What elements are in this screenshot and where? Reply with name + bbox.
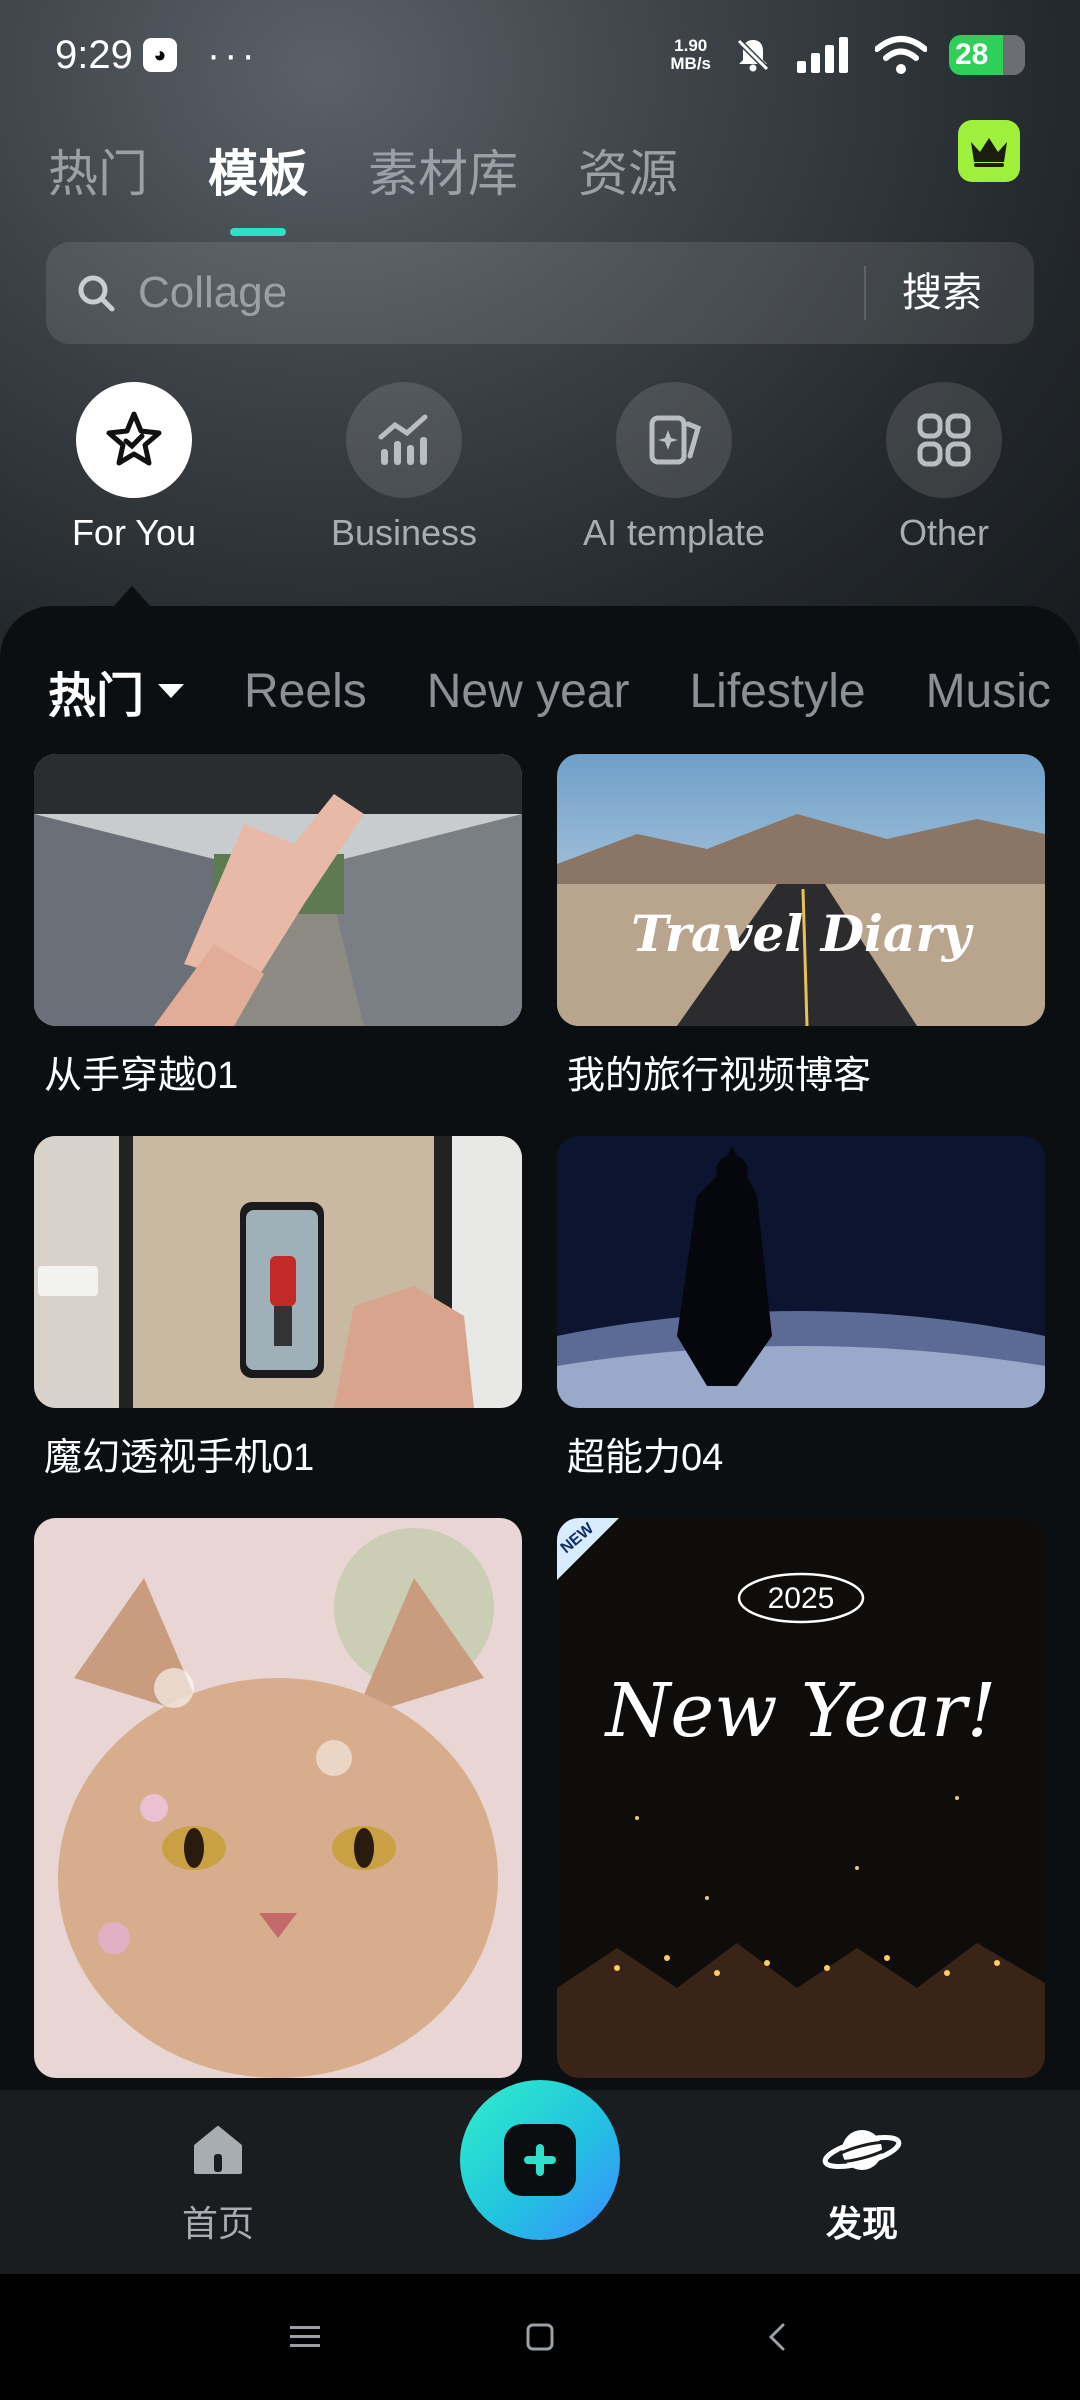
template-title: 我的旅行视频博客 xyxy=(567,1055,872,1097)
template-overlay-text: Travel Diary xyxy=(631,904,971,963)
ai-cards-icon xyxy=(649,415,702,465)
template-card[interactable]: 超能力04 xyxy=(557,1136,1045,1481)
tab-resources[interactable]: 资源 xyxy=(578,134,678,206)
pro-crown-button[interactable] xyxy=(958,120,1020,182)
template-card[interactable]: Travel Diary 我的旅行视频博客 xyxy=(557,754,1045,1099)
tab-hot[interactable]: 热门 xyxy=(48,134,148,206)
template-thumbnail xyxy=(34,1518,522,2078)
search-icon xyxy=(78,275,115,312)
network-speed: 1.90 MB/s xyxy=(670,36,711,73)
nav-discover-label: 发现 xyxy=(825,2203,898,2244)
plus-icon xyxy=(524,2144,556,2176)
tab-material-library[interactable]: 素材库 xyxy=(368,134,518,206)
create-button[interactable] xyxy=(460,2080,620,2240)
template-card[interactable]: NEW 2025 New Year! xyxy=(557,1518,1045,2078)
mute-bell-icon xyxy=(736,38,770,72)
planet-icon xyxy=(822,2130,902,2170)
home-icon xyxy=(194,2126,242,2174)
year-label: 2025 xyxy=(767,1582,835,1615)
active-category-pointer xyxy=(112,586,152,608)
template-panel: 热门 Reels New year Lifestyle Music 从手穿越01 xyxy=(0,606,1080,2090)
chart-icon xyxy=(378,414,428,465)
template-card[interactable]: 从手穿越01 xyxy=(34,754,522,1099)
back-button[interactable] xyxy=(752,2312,802,2362)
star-badge-icon xyxy=(106,411,162,466)
nav-discover[interactable]: 发现 xyxy=(762,2120,962,2247)
top-tabs: 热门 模板 素材库 资源 xyxy=(48,120,678,220)
category-label: For You xyxy=(71,512,197,553)
search-input[interactable]: Collage xyxy=(138,268,287,318)
system-nav-bar xyxy=(0,2274,1080,2400)
status-bar: 9:29 ◕ ··· 1.90 MB/s 28 xyxy=(0,0,1080,110)
nav-home[interactable]: 首页 xyxy=(118,2120,318,2247)
square-icon xyxy=(526,2323,554,2351)
template-overlay-text: New Year! xyxy=(605,1668,997,1754)
search-bar[interactable]: Collage 搜索 xyxy=(46,242,1034,344)
grid-icon xyxy=(917,413,971,467)
template-thumbnail: Travel Diary xyxy=(557,754,1045,1026)
back-chevron-icon xyxy=(768,2323,785,2351)
crown-icon xyxy=(971,138,1007,167)
sub-tab-new-year[interactable]: New year xyxy=(427,664,630,719)
signal-icon xyxy=(797,37,848,73)
template-thumbnail xyxy=(557,1136,1045,1408)
nav-home-label: 首页 xyxy=(181,2203,254,2244)
chevron-down-icon xyxy=(158,684,185,698)
category-ai-template[interactable]: AI template xyxy=(549,382,799,554)
tab-templates[interactable]: 模板 xyxy=(208,134,308,206)
template-title: 从手穿越01 xyxy=(44,1055,239,1097)
home-button[interactable] xyxy=(515,2312,565,2362)
more-notifications-icon: ··· xyxy=(206,33,259,77)
status-time: 9:29 xyxy=(55,32,133,77)
sub-tabs: 热门 Reels New year Lifestyle Music xyxy=(48,656,1051,726)
category-label: Business xyxy=(330,512,478,553)
sub-tab-lifestyle[interactable]: Lifestyle xyxy=(689,664,865,719)
template-card[interactable]: 魔幻透视手机01 xyxy=(34,1136,522,1481)
menu-icon xyxy=(290,2326,320,2347)
template-thumbnail: NEW 2025 New Year! xyxy=(557,1518,1045,2078)
template-thumbnail xyxy=(34,1136,522,1408)
template-title: 魔幻透视手机01 xyxy=(44,1437,315,1479)
sub-tab-music[interactable]: Music xyxy=(926,664,1051,719)
qq-notification-icon: ◕ xyxy=(142,38,177,72)
search-divider xyxy=(864,266,866,320)
category-row: For You Business AI template Other xyxy=(0,382,1080,562)
category-other[interactable]: Other xyxy=(819,382,1069,554)
wifi-icon xyxy=(875,36,927,74)
recent-apps-button[interactable] xyxy=(280,2312,330,2362)
category-business[interactable]: Business xyxy=(279,382,529,554)
sub-tab-reels[interactable]: Reels xyxy=(244,664,367,719)
battery-indicator: 28 xyxy=(949,35,1025,75)
template-card[interactable] xyxy=(34,1518,522,2078)
category-label: AI template xyxy=(582,512,766,553)
template-title: 超能力04 xyxy=(567,1437,724,1479)
template-thumbnail xyxy=(34,754,522,1026)
category-label: Other xyxy=(898,512,990,553)
category-for-you[interactable]: For You xyxy=(9,382,259,554)
search-button[interactable]: 搜索 xyxy=(902,242,982,344)
sub-tab-hot[interactable]: 热门 xyxy=(48,656,185,726)
